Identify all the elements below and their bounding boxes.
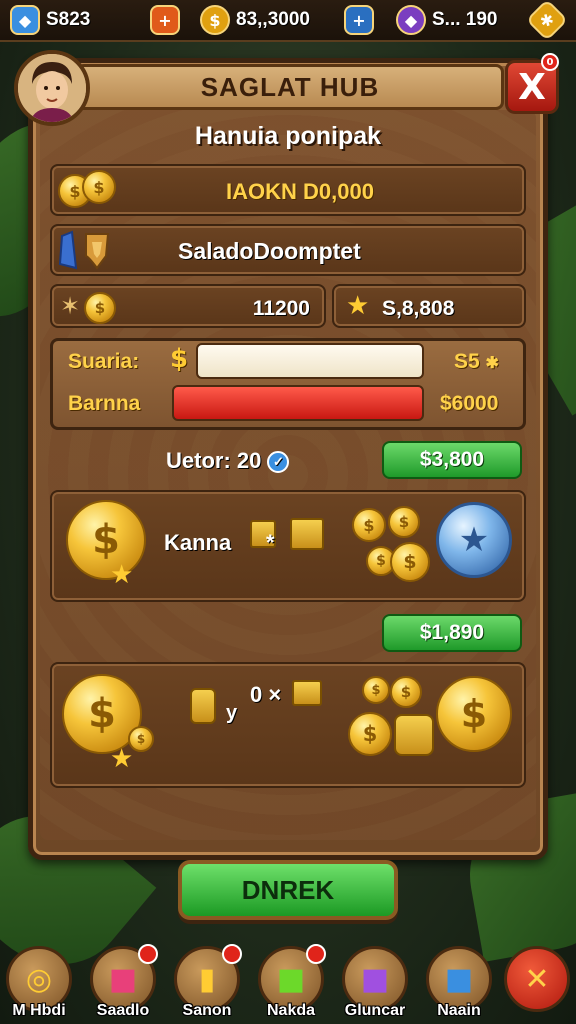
- nav-label: Naain: [437, 1002, 481, 1019]
- settings-icon: ✱: [525, 0, 569, 42]
- add-gems-button[interactable]: +: [150, 4, 180, 36]
- star-icon: ★: [110, 560, 134, 590]
- nav-label: Sanon: [182, 1002, 232, 1019]
- resource-right-value: S,8,808: [382, 297, 455, 320]
- gold-coin-icon: $: [200, 5, 230, 35]
- top-resource-bar: ◆ S823 + $ 83,,3000 + ◆ S... 190 ✱: [0, 0, 576, 42]
- confirm-button[interactable]: DNREK: [178, 860, 398, 920]
- gold-coin-icon: $: [66, 500, 146, 580]
- uetor-buy-button[interactable]: $3,800: [382, 441, 522, 479]
- shield-row[interactable]: SaladoDoomptet: [50, 224, 526, 276]
- gold-coin-icon: $: [352, 508, 386, 542]
- bottom-nav: ◎ M Hbdi ■ Saadlo ▮ Sanon ■ Nakda ■ Glun…: [0, 940, 576, 1024]
- reward-2-left-text: y: [226, 702, 238, 724]
- resource-coins-value: 83,,3000: [236, 9, 310, 30]
- page-title: SAGLAT HUB: [200, 71, 380, 102]
- title-banner: SAGLAT HUB: [76, 64, 504, 110]
- purple-gem-icon: ◆: [396, 5, 426, 35]
- nav-label: Nakda: [266, 1002, 316, 1019]
- blue-star-coin-icon: ★: [436, 502, 512, 578]
- nav-item-saadlo[interactable]: ■ Saadlo: [86, 944, 160, 1020]
- star-icon: ★: [346, 291, 370, 321]
- gold-coin-icon: $: [436, 676, 512, 752]
- reward-2-buy-button[interactable]: $1,890: [382, 614, 522, 652]
- shield-icon: [58, 230, 110, 270]
- close-icon: ✕: [504, 946, 570, 1012]
- reward-2-multiplier: 0 ×: [250, 682, 282, 707]
- nav-item-naain[interactable]: ■ Naain: [422, 946, 496, 1020]
- avatar-portrait: [18, 54, 86, 122]
- stat-bar-1: [196, 343, 424, 379]
- resource-gems[interactable]: ◆ S823: [10, 4, 90, 36]
- nav-item-sanon[interactable]: ▮ Sanon: [170, 944, 244, 1020]
- gold-barrel-icon: [190, 688, 216, 724]
- shield-row-label: SaladoDoomptet: [178, 238, 361, 264]
- nav-item-hbdi[interactable]: ◎ M Hbdi: [2, 946, 76, 1020]
- gold-coin-icon: $: [390, 542, 430, 582]
- gold-crate-icon: [292, 680, 322, 706]
- nav-close-button[interactable]: ✕: [500, 946, 574, 1020]
- resource-left-value: 11200: [252, 297, 310, 320]
- reward-1-label: Kanna: [164, 530, 232, 555]
- info-icon: ✓: [267, 451, 290, 474]
- blue-gem-icon: ◆: [10, 5, 40, 35]
- close-icon: X: [518, 66, 546, 108]
- resource-left-cell[interactable]: $ ✶ 11200: [50, 284, 326, 328]
- gold-coin-icon: $: [84, 292, 116, 324]
- stat-bar-2: [172, 385, 424, 421]
- resource-crystals[interactable]: ◆ S... 190: [396, 4, 498, 36]
- settings-button[interactable]: ✱: [525, 0, 569, 42]
- resource-coins[interactable]: $ 83,,3000: [200, 4, 310, 36]
- nav-item-nakda[interactable]: ■ Nakda: [254, 944, 328, 1020]
- resource-gems-value: S823: [46, 9, 91, 30]
- gold-coin-icon: $: [388, 506, 420, 538]
- nav-label: Gluncar: [344, 1002, 406, 1019]
- avatar[interactable]: [14, 50, 90, 126]
- uetor-label: Uetor: 20 ✓: [166, 448, 290, 474]
- plus-icon: +: [150, 5, 180, 35]
- stat-label-1: Suaria:: [68, 350, 140, 373]
- stat-value-1: S5 ✱: [454, 350, 499, 374]
- gold-coin-icon: $: [348, 712, 392, 756]
- reward-1-multiplier: *: [266, 530, 275, 555]
- gold-coin-icon: $: [362, 676, 390, 704]
- notification-badge: [222, 944, 242, 964]
- resource-right-cell[interactable]: ★ S,8,808: [332, 284, 526, 328]
- gold-coin-icon: $: [390, 676, 422, 708]
- star-icon: ★: [110, 744, 134, 774]
- coins-row-value: IAOKN D0,000: [226, 179, 374, 204]
- close-badge: 0: [541, 53, 559, 71]
- resource-crystals-value: S... 190: [432, 9, 498, 30]
- notification-badge: [306, 944, 326, 964]
- nav-label: Saadlo: [96, 1002, 150, 1019]
- panel-subtitle: Hanuia ponipak: [194, 122, 382, 150]
- nav-label: M Hbdi: [12, 1002, 66, 1019]
- stat-label-2: Barnna: [68, 392, 141, 415]
- notification-badge: [138, 944, 158, 964]
- plus-icon: +: [344, 5, 374, 35]
- stat-value-1-text: S5: [454, 350, 480, 373]
- stat-value-2: $6000: [440, 392, 499, 415]
- add-coins-button[interactable]: +: [344, 4, 374, 36]
- coin-stack-icon: [394, 714, 434, 756]
- gold-crate-icon: [290, 518, 324, 550]
- herb-icon: ✶: [60, 292, 81, 320]
- uetor-label-text: Uetor: 20: [166, 448, 262, 473]
- dollar-icon: $: [170, 344, 189, 374]
- nav-item-gluncar[interactable]: ■ Gluncar: [338, 946, 412, 1020]
- star-icon: ✱: [485, 355, 499, 372]
- coins-row[interactable]: $ $ IAOKN D0,000: [50, 164, 526, 216]
